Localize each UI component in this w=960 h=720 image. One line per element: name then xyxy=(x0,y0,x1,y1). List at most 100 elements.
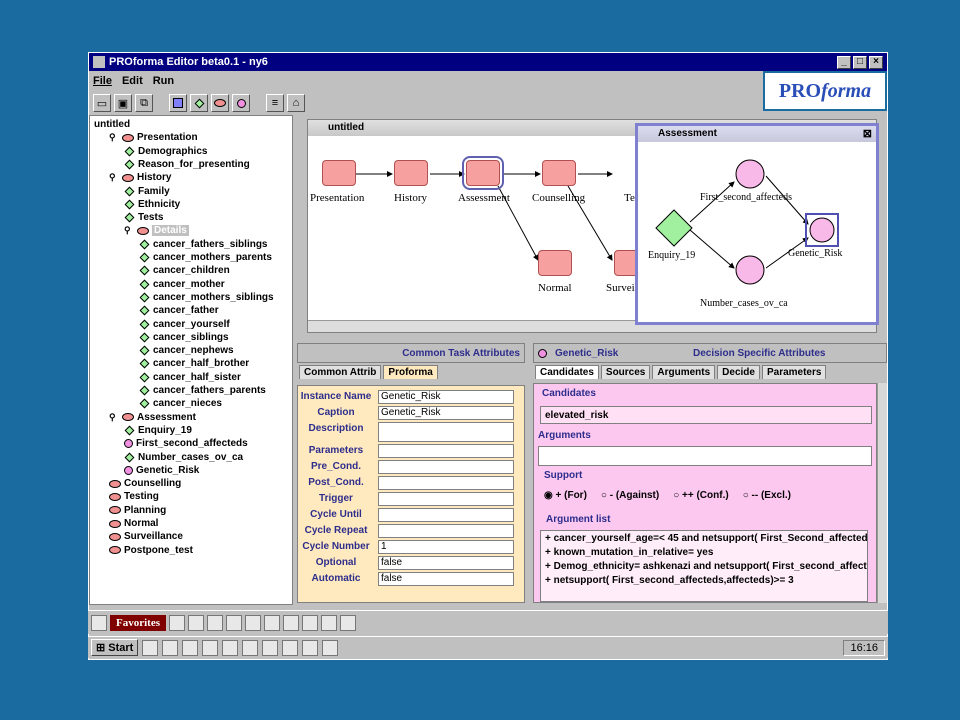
circle-tool-icon[interactable] xyxy=(232,94,250,112)
align-icon[interactable]: ≡ xyxy=(266,94,284,112)
tree-item[interactable]: cancer_nephews xyxy=(139,344,234,357)
tree-item[interactable]: cancer_mothers_siblings xyxy=(139,291,274,304)
tree-item[interactable]: Ethnicity xyxy=(124,198,180,211)
task-icon-7[interactable] xyxy=(262,639,279,656)
radio-for[interactable]: ◉ + (For) xyxy=(544,490,587,501)
attribute-value[interactable]: false xyxy=(378,572,514,586)
attribute-value[interactable]: 1 xyxy=(378,540,514,554)
node-presentation[interactable] xyxy=(322,160,356,186)
open-icon[interactable]: ▭ xyxy=(93,94,111,112)
start-button[interactable]: ⊞ Start xyxy=(91,639,139,656)
tree-item[interactable]: Number_cases_ov_ca xyxy=(124,451,243,464)
save-icon[interactable]: ▣ xyxy=(114,94,132,112)
attribute-value[interactable]: Genetic_Risk xyxy=(378,406,514,420)
key-icon[interactable]: ⚲ xyxy=(109,172,119,183)
minimize-button[interactable]: _ xyxy=(837,55,851,69)
tree-item[interactable]: cancer_mother xyxy=(139,278,225,291)
radio-excl[interactable]: ○ -- (Excl.) xyxy=(743,490,791,501)
arguments-input[interactable] xyxy=(538,446,872,466)
key-icon[interactable]: ⚲ xyxy=(124,225,134,236)
tree-item[interactable]: cancer_yourself xyxy=(139,318,230,331)
tree-item[interactable]: Planning xyxy=(109,504,166,517)
tab-arguments[interactable]: Arguments xyxy=(652,365,716,379)
copy-icon[interactable]: ⧉ xyxy=(135,94,153,112)
tree-item[interactable]: cancer_fathers_siblings xyxy=(139,238,268,251)
attribute-value[interactable]: Genetic_Risk xyxy=(378,390,514,404)
tree-item[interactable]: Enquiry_19 xyxy=(124,424,192,437)
diamond-tool-icon[interactable] xyxy=(190,94,208,112)
tab-common-attrib[interactable]: Common Attrib xyxy=(299,365,382,379)
argument-item[interactable]: + known_mutation_in_relative= yes xyxy=(541,545,867,559)
tree-item[interactable]: Counselling xyxy=(109,477,181,490)
popup-close-icon[interactable]: ⊠ xyxy=(863,127,872,140)
tree-item[interactable]: cancer_fathers_parents xyxy=(139,384,266,397)
tree-item[interactable]: ⚲ Presentation xyxy=(109,131,198,144)
fav-icon-1[interactable] xyxy=(168,614,185,631)
tree-item[interactable]: ⚲ Assessment xyxy=(109,411,196,424)
task-icon-4[interactable] xyxy=(202,639,219,656)
tree-item[interactable]: ⚲ History xyxy=(109,171,171,184)
fav-icon-7[interactable] xyxy=(282,614,299,631)
oval-tool-icon[interactable] xyxy=(211,94,229,112)
task-icon-3[interactable] xyxy=(182,639,199,656)
tree-item[interactable]: cancer_mothers_parents xyxy=(139,251,272,264)
radio-against[interactable]: ○ - (Against) xyxy=(601,490,659,501)
node-counselling[interactable] xyxy=(542,160,576,186)
tree-item[interactable]: First_second_affecteds xyxy=(124,437,248,450)
tab-parameters[interactable]: Parameters xyxy=(761,365,827,379)
attribute-value[interactable] xyxy=(378,460,514,474)
candidate-item[interactable]: elevated_risk xyxy=(540,406,872,424)
fav-icon-4[interactable] xyxy=(225,614,242,631)
tree-item[interactable]: Testing xyxy=(109,490,159,503)
attribute-value[interactable] xyxy=(378,492,514,506)
tree-item[interactable]: ⚲ Details xyxy=(124,224,189,237)
tree-item[interactable]: Tests xyxy=(124,211,163,224)
home-icon[interactable]: ⌂ xyxy=(287,94,305,112)
tree-item[interactable]: Normal xyxy=(109,517,158,530)
tab-sources[interactable]: Sources xyxy=(600,365,651,379)
attribute-value[interactable] xyxy=(378,524,514,538)
fav-icon-10[interactable] xyxy=(339,614,356,631)
task-icon-9[interactable] xyxy=(302,639,319,656)
argument-item[interactable]: + netsupport( First_second_affecteds,aff… xyxy=(541,573,867,587)
task-icon-2[interactable] xyxy=(162,639,179,656)
radio-conf[interactable]: ○ ++ (Conf.) xyxy=(673,490,729,501)
tree-item[interactable]: Family xyxy=(124,185,170,198)
fav-icon-3[interactable] xyxy=(206,614,223,631)
tree-item[interactable]: Demographics xyxy=(124,145,207,158)
tree-item[interactable]: untitled xyxy=(94,118,130,131)
node-assessment[interactable] xyxy=(462,156,504,190)
task-icon-8[interactable] xyxy=(282,639,299,656)
node-history[interactable] xyxy=(394,160,428,186)
tree-item[interactable]: cancer_father xyxy=(139,304,219,317)
fav-icon-9[interactable] xyxy=(320,614,337,631)
task-icon-5[interactable] xyxy=(222,639,239,656)
tree-item[interactable]: Reason_for_presenting xyxy=(124,158,250,171)
attribute-value[interactable]: false xyxy=(378,556,514,570)
tab-proforma[interactable]: Proforma xyxy=(383,365,438,379)
tree-item[interactable]: Genetic_Risk xyxy=(124,464,199,477)
tab-candidates[interactable]: Candidates xyxy=(535,365,599,379)
argument-item[interactable]: + Demog_ethnicity= ashkenazi and netsupp… xyxy=(541,559,867,573)
tree-item[interactable]: cancer_nieces xyxy=(139,397,222,410)
task-icon-1[interactable] xyxy=(142,639,159,656)
tree-item[interactable]: cancer_half_sister xyxy=(139,371,241,384)
tree-item[interactable]: cancer_siblings xyxy=(139,331,229,344)
tree-item[interactable]: cancer_half_brother xyxy=(139,357,249,370)
desktop-icon[interactable] xyxy=(91,614,107,631)
node-normal[interactable] xyxy=(538,250,572,276)
decision-scrollbar[interactable] xyxy=(877,383,887,603)
key-icon[interactable]: ⚲ xyxy=(109,412,119,423)
fav-icon-5[interactable] xyxy=(244,614,261,631)
favorites-button[interactable]: Favorites xyxy=(110,614,166,631)
fav-icon-8[interactable] xyxy=(301,614,318,631)
tree-item[interactable]: Postpone_test xyxy=(109,544,193,557)
attribute-value[interactable] xyxy=(378,444,514,458)
attribute-value[interactable] xyxy=(378,508,514,522)
argument-item[interactable]: + cancer_yourself_age=< 45 and netsuppor… xyxy=(541,531,867,545)
attribute-value[interactable] xyxy=(378,422,514,442)
fav-icon-2[interactable] xyxy=(187,614,204,631)
tree-item[interactable]: Surveillance xyxy=(109,530,183,543)
menu-run[interactable]: Run xyxy=(153,75,174,87)
menu-edit[interactable]: Edit xyxy=(122,75,143,87)
